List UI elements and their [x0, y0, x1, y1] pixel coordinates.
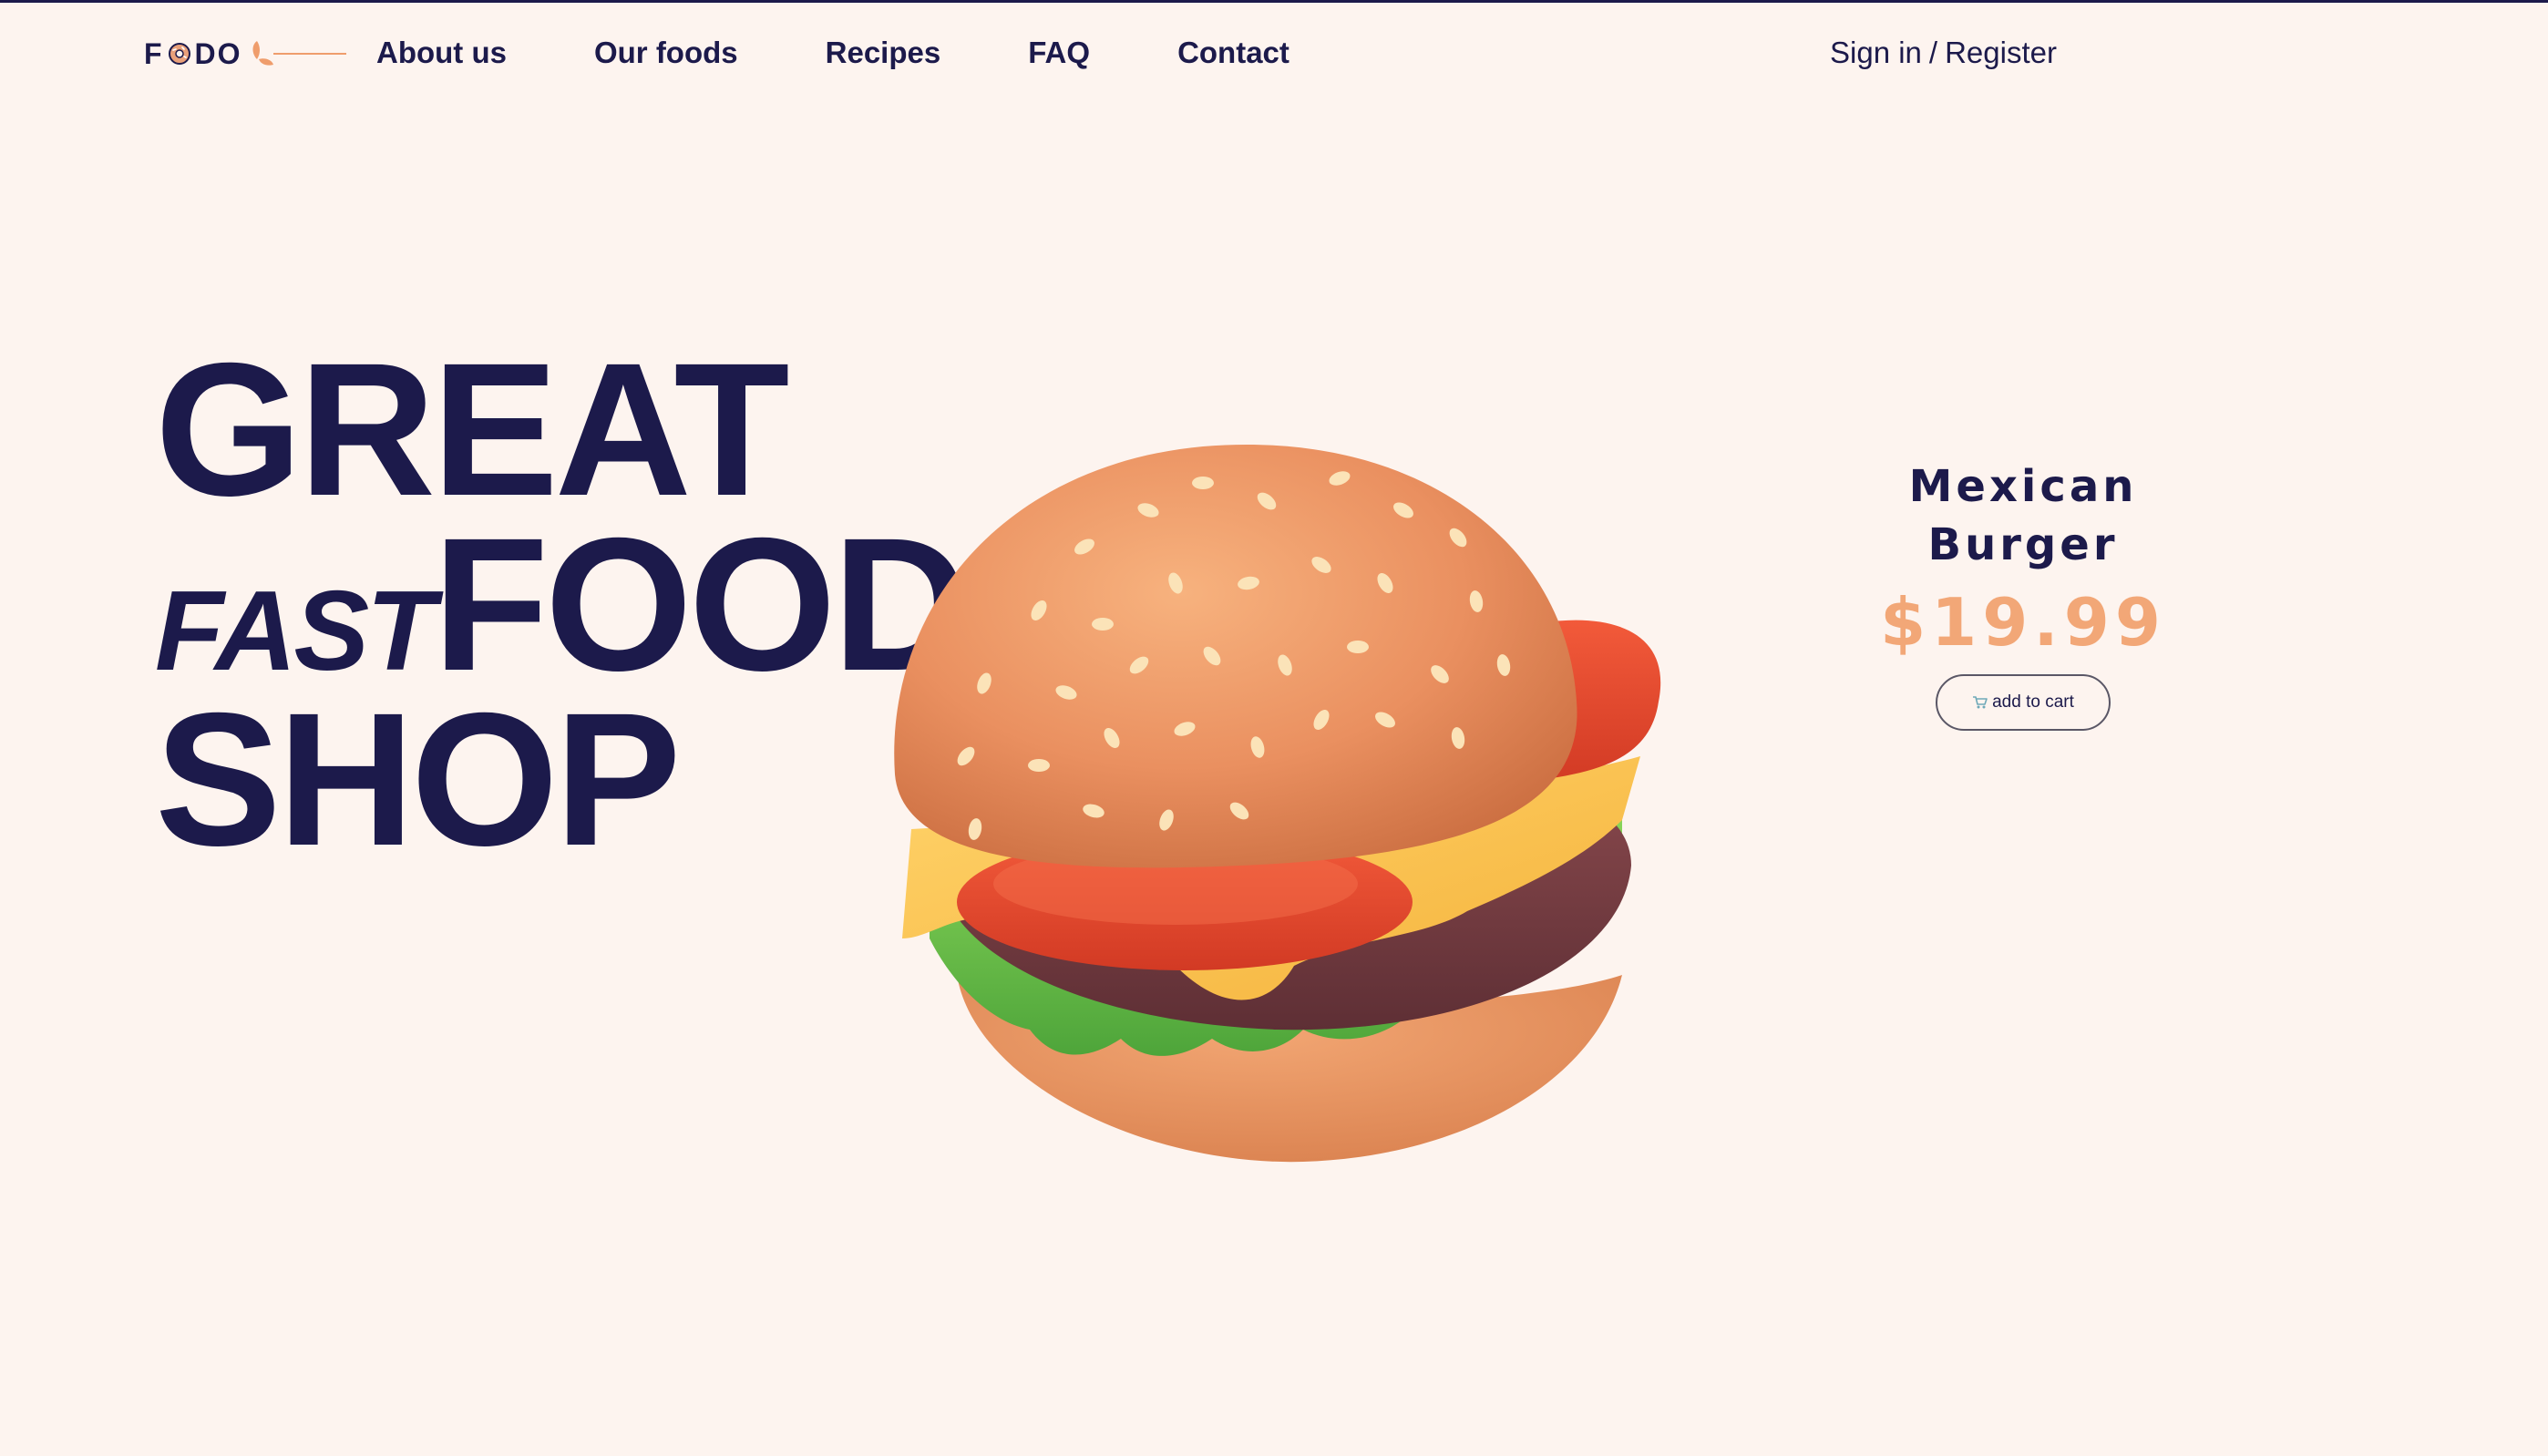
brand-logo[interactable]: F DO	[144, 36, 348, 71]
sign-in-link[interactable]: Sign in	[1830, 36, 1922, 70]
donut-icon	[168, 43, 190, 65]
product-name-line2: Burger	[1927, 519, 2119, 570]
register-link[interactable]: Register	[1945, 36, 2057, 70]
nav-faq[interactable]: FAQ	[1028, 36, 1090, 70]
product-price: $19.99	[1880, 584, 2166, 661]
auth-separator: /	[1928, 36, 1938, 69]
product-name-line1: Mexican	[1908, 461, 2138, 512]
burger-image	[894, 444, 1661, 1163]
headline-line-shop: SHOP	[155, 674, 681, 886]
headline-line-great: GREAT	[155, 324, 790, 536]
logo-text-right: DO	[194, 36, 242, 70]
main-nav: About us Our foods Recipes FAQ Contact	[376, 33, 1289, 73]
nav-our-foods[interactable]: Our foods	[594, 36, 738, 70]
top-border	[0, 0, 2548, 3]
logo-text-left: F	[144, 36, 164, 70]
add-to-cart-button[interactable]: add to cart	[1936, 674, 2111, 731]
nav-recipes[interactable]: Recipes	[826, 36, 941, 70]
cart-icon	[1973, 696, 1988, 709]
add-to-cart-label: add to cart	[1992, 692, 2074, 712]
product-card: Mexican Burger $19.99 add to cart	[1841, 457, 2205, 731]
auth-links: Sign in / Register	[1830, 33, 2057, 73]
nav-about-us[interactable]: About us	[376, 36, 507, 70]
nav-contact[interactable]: Contact	[1177, 36, 1289, 70]
headline-line-fast-food: FASTFOOD	[155, 510, 975, 700]
product-name: Mexican Burger	[1841, 457, 2205, 574]
hero-headline: GREAT FASTFOOD SHOP	[155, 324, 975, 886]
leaf-icon	[252, 41, 346, 66]
